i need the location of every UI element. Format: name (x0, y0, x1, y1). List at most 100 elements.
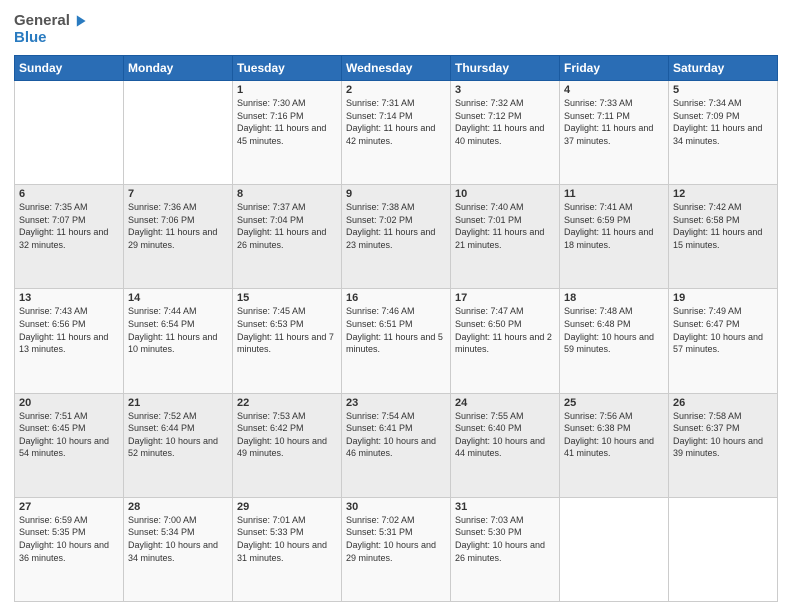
calendar-day-cell: 13Sunrise: 7:43 AM Sunset: 6:56 PM Dayli… (15, 289, 124, 393)
calendar-day-cell: 15Sunrise: 7:45 AM Sunset: 6:53 PM Dayli… (233, 289, 342, 393)
day-info: Sunrise: 7:01 AM Sunset: 5:33 PM Dayligh… (237, 514, 337, 564)
calendar-week-row: 20Sunrise: 7:51 AM Sunset: 6:45 PM Dayli… (15, 393, 778, 497)
weekday-header: Friday (560, 56, 669, 81)
logo-triangle-icon (72, 13, 88, 29)
day-number: 31 (455, 501, 555, 513)
day-number: 16 (346, 292, 446, 304)
calendar-day-cell: 16Sunrise: 7:46 AM Sunset: 6:51 PM Dayli… (342, 289, 451, 393)
day-number: 22 (237, 397, 337, 409)
day-info: Sunrise: 7:38 AM Sunset: 7:02 PM Dayligh… (346, 201, 446, 251)
calendar-day-cell: 27Sunrise: 6:59 AM Sunset: 5:35 PM Dayli… (15, 497, 124, 601)
page-container: General Blue SundayMondayTuesdayWednesda… (0, 0, 792, 612)
day-number: 21 (128, 397, 228, 409)
day-number: 11 (564, 188, 664, 200)
calendar-day-cell: 30Sunrise: 7:02 AM Sunset: 5:31 PM Dayli… (342, 497, 451, 601)
day-info: Sunrise: 7:56 AM Sunset: 6:38 PM Dayligh… (564, 410, 664, 460)
logo: General Blue (14, 12, 90, 47)
calendar-day-cell: 14Sunrise: 7:44 AM Sunset: 6:54 PM Dayli… (124, 289, 233, 393)
calendar-day-cell: 19Sunrise: 7:49 AM Sunset: 6:47 PM Dayli… (669, 289, 778, 393)
day-number: 25 (564, 397, 664, 409)
calendar-day-cell: 18Sunrise: 7:48 AM Sunset: 6:48 PM Dayli… (560, 289, 669, 393)
day-number: 17 (455, 292, 555, 304)
logo-blue-text: Blue (14, 29, 47, 46)
calendar-day-cell: 29Sunrise: 7:01 AM Sunset: 5:33 PM Dayli… (233, 497, 342, 601)
day-number: 23 (346, 397, 446, 409)
day-info: Sunrise: 7:48 AM Sunset: 6:48 PM Dayligh… (564, 305, 664, 355)
day-info: Sunrise: 7:43 AM Sunset: 6:56 PM Dayligh… (19, 305, 119, 355)
day-info: Sunrise: 7:49 AM Sunset: 6:47 PM Dayligh… (673, 305, 773, 355)
day-number: 6 (19, 188, 119, 200)
calendar-day-cell: 1Sunrise: 7:30 AM Sunset: 7:16 PM Daylig… (233, 81, 342, 185)
calendar-day-cell: 26Sunrise: 7:58 AM Sunset: 6:37 PM Dayli… (669, 393, 778, 497)
day-number: 8 (237, 188, 337, 200)
calendar-day-cell: 12Sunrise: 7:42 AM Sunset: 6:58 PM Dayli… (669, 185, 778, 289)
calendar-day-cell: 9Sunrise: 7:38 AM Sunset: 7:02 PM Daylig… (342, 185, 451, 289)
calendar-day-cell: 22Sunrise: 7:53 AM Sunset: 6:42 PM Dayli… (233, 393, 342, 497)
day-number: 10 (455, 188, 555, 200)
day-number: 20 (19, 397, 119, 409)
day-info: Sunrise: 6:59 AM Sunset: 5:35 PM Dayligh… (19, 514, 119, 564)
day-info: Sunrise: 7:33 AM Sunset: 7:11 PM Dayligh… (564, 97, 664, 147)
calendar-week-row: 6Sunrise: 7:35 AM Sunset: 7:07 PM Daylig… (15, 185, 778, 289)
day-info: Sunrise: 7:30 AM Sunset: 7:16 PM Dayligh… (237, 97, 337, 147)
day-info: Sunrise: 7:52 AM Sunset: 6:44 PM Dayligh… (128, 410, 228, 460)
calendar-day-cell: 3Sunrise: 7:32 AM Sunset: 7:12 PM Daylig… (451, 81, 560, 185)
day-number: 18 (564, 292, 664, 304)
calendar-day-cell: 28Sunrise: 7:00 AM Sunset: 5:34 PM Dayli… (124, 497, 233, 601)
day-info: Sunrise: 7:03 AM Sunset: 5:30 PM Dayligh… (455, 514, 555, 564)
calendar-day-cell: 21Sunrise: 7:52 AM Sunset: 6:44 PM Dayli… (124, 393, 233, 497)
calendar-day-cell: 11Sunrise: 7:41 AM Sunset: 6:59 PM Dayli… (560, 185, 669, 289)
day-number: 14 (128, 292, 228, 304)
day-info: Sunrise: 7:44 AM Sunset: 6:54 PM Dayligh… (128, 305, 228, 355)
day-info: Sunrise: 7:42 AM Sunset: 6:58 PM Dayligh… (673, 201, 773, 251)
day-number: 1 (237, 84, 337, 96)
day-number: 7 (128, 188, 228, 200)
day-info: Sunrise: 7:45 AM Sunset: 6:53 PM Dayligh… (237, 305, 337, 355)
day-number: 24 (455, 397, 555, 409)
calendar-day-cell: 25Sunrise: 7:56 AM Sunset: 6:38 PM Dayli… (560, 393, 669, 497)
calendar-week-row: 1Sunrise: 7:30 AM Sunset: 7:16 PM Daylig… (15, 81, 778, 185)
weekday-header: Monday (124, 56, 233, 81)
day-info: Sunrise: 7:32 AM Sunset: 7:12 PM Dayligh… (455, 97, 555, 147)
day-number: 3 (455, 84, 555, 96)
calendar-day-cell: 8Sunrise: 7:37 AM Sunset: 7:04 PM Daylig… (233, 185, 342, 289)
calendar-week-row: 27Sunrise: 6:59 AM Sunset: 5:35 PM Dayli… (15, 497, 778, 601)
calendar-day-cell: 7Sunrise: 7:36 AM Sunset: 7:06 PM Daylig… (124, 185, 233, 289)
calendar-day-cell: 4Sunrise: 7:33 AM Sunset: 7:11 PM Daylig… (560, 81, 669, 185)
header: General Blue (14, 12, 778, 47)
day-number: 19 (673, 292, 773, 304)
day-number: 15 (237, 292, 337, 304)
day-info: Sunrise: 7:34 AM Sunset: 7:09 PM Dayligh… (673, 97, 773, 147)
day-info: Sunrise: 7:55 AM Sunset: 6:40 PM Dayligh… (455, 410, 555, 460)
calendar-day-cell: 24Sunrise: 7:55 AM Sunset: 6:40 PM Dayli… (451, 393, 560, 497)
day-info: Sunrise: 7:53 AM Sunset: 6:42 PM Dayligh… (237, 410, 337, 460)
calendar-table: SundayMondayTuesdayWednesdayThursdayFrid… (14, 55, 778, 602)
calendar-day-cell (124, 81, 233, 185)
calendar-day-cell (560, 497, 669, 601)
day-info: Sunrise: 7:54 AM Sunset: 6:41 PM Dayligh… (346, 410, 446, 460)
day-number: 4 (564, 84, 664, 96)
calendar-week-row: 13Sunrise: 7:43 AM Sunset: 6:56 PM Dayli… (15, 289, 778, 393)
day-info: Sunrise: 7:47 AM Sunset: 6:50 PM Dayligh… (455, 305, 555, 355)
weekday-header: Wednesday (342, 56, 451, 81)
calendar-header-row: SundayMondayTuesdayWednesdayThursdayFrid… (15, 56, 778, 81)
calendar-day-cell: 17Sunrise: 7:47 AM Sunset: 6:50 PM Dayli… (451, 289, 560, 393)
day-info: Sunrise: 7:36 AM Sunset: 7:06 PM Dayligh… (128, 201, 228, 251)
day-number: 30 (346, 501, 446, 513)
day-info: Sunrise: 7:35 AM Sunset: 7:07 PM Dayligh… (19, 201, 119, 251)
calendar-day-cell: 6Sunrise: 7:35 AM Sunset: 7:07 PM Daylig… (15, 185, 124, 289)
day-number: 5 (673, 84, 773, 96)
calendar-day-cell: 5Sunrise: 7:34 AM Sunset: 7:09 PM Daylig… (669, 81, 778, 185)
day-number: 13 (19, 292, 119, 304)
day-number: 2 (346, 84, 446, 96)
day-info: Sunrise: 7:02 AM Sunset: 5:31 PM Dayligh… (346, 514, 446, 564)
calendar-day-cell: 2Sunrise: 7:31 AM Sunset: 7:14 PM Daylig… (342, 81, 451, 185)
day-info: Sunrise: 7:37 AM Sunset: 7:04 PM Dayligh… (237, 201, 337, 251)
weekday-header: Thursday (451, 56, 560, 81)
day-info: Sunrise: 7:58 AM Sunset: 6:37 PM Dayligh… (673, 410, 773, 460)
day-info: Sunrise: 7:46 AM Sunset: 6:51 PM Dayligh… (346, 305, 446, 355)
day-info: Sunrise: 7:00 AM Sunset: 5:34 PM Dayligh… (128, 514, 228, 564)
day-info: Sunrise: 7:41 AM Sunset: 6:59 PM Dayligh… (564, 201, 664, 251)
weekday-header: Sunday (15, 56, 124, 81)
day-number: 12 (673, 188, 773, 200)
